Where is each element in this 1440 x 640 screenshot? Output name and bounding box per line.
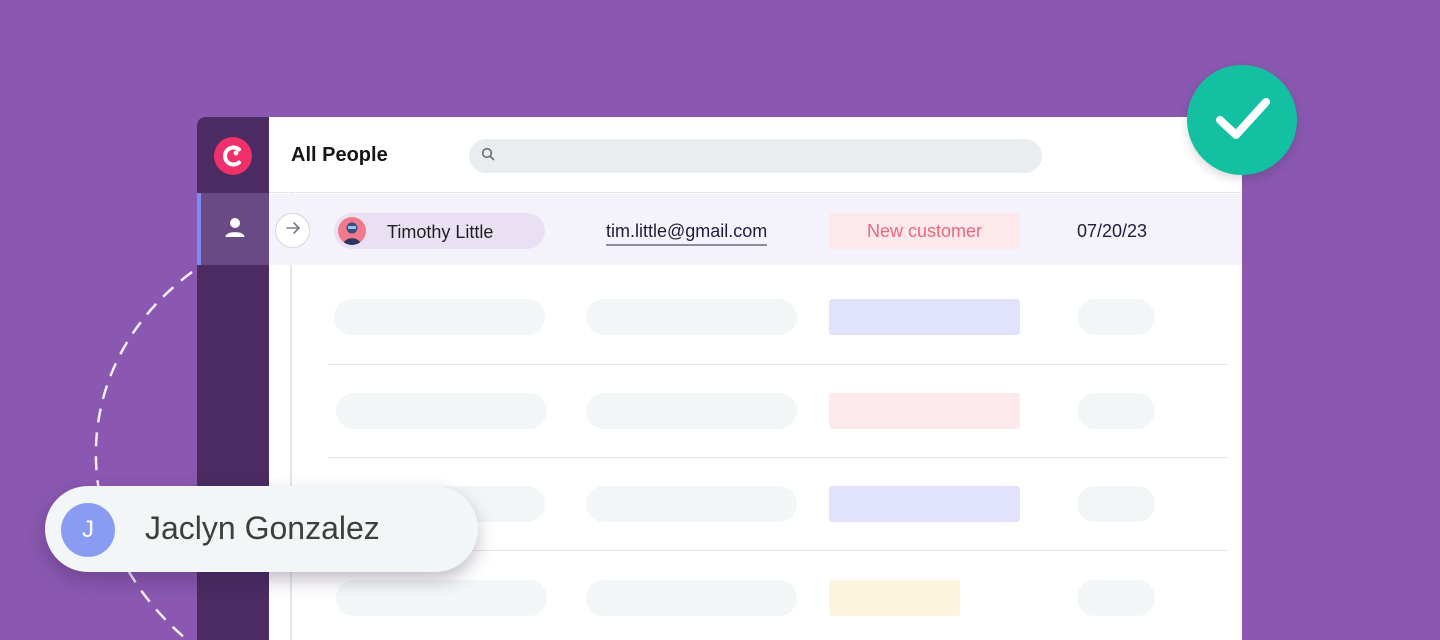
- skeleton-date: [1077, 580, 1155, 616]
- skeleton-name: [336, 580, 547, 616]
- search-bar[interactable]: [469, 139, 1042, 173]
- row-date: 07/20/23: [1077, 221, 1148, 241]
- skeleton-status: [829, 299, 1020, 335]
- row-divider: [328, 457, 1228, 458]
- skeleton-email: [586, 486, 797, 522]
- avatar: J: [61, 503, 115, 557]
- avatar: [338, 217, 366, 245]
- skeleton-status: [829, 486, 1020, 522]
- top-bar: All People: [269, 117, 1242, 193]
- search-icon: [481, 147, 495, 166]
- skeleton-name: [334, 299, 545, 335]
- skeleton-status: [829, 393, 1020, 429]
- success-badge: [1187, 65, 1297, 175]
- skeleton-email: [586, 393, 797, 429]
- brand-logo-icon[interactable]: [213, 136, 253, 176]
- search-input[interactable]: [503, 141, 1023, 171]
- person-icon: [224, 216, 246, 243]
- person-name-chip[interactable]: Timothy Little: [334, 213, 545, 249]
- skeleton-date: [1077, 299, 1155, 335]
- skeleton-name: [336, 393, 547, 429]
- expand-row-button[interactable]: [275, 213, 310, 248]
- person-name: Timothy Little: [387, 222, 494, 242]
- status-badge: New customer: [829, 213, 1020, 249]
- skeleton-email: [586, 580, 797, 616]
- skeleton-status: [829, 580, 960, 616]
- person-email-link[interactable]: tim.little@gmail.com: [606, 221, 768, 246]
- checkmark-icon: [1210, 86, 1274, 155]
- skeleton-email: [586, 299, 797, 335]
- skeleton-date: [1077, 393, 1155, 429]
- row-divider: [328, 364, 1228, 365]
- arrow-right-icon: [284, 219, 302, 242]
- dragged-person-card[interactable]: J Jaclyn Gonzalez: [45, 486, 478, 572]
- skeleton-date: [1077, 486, 1155, 522]
- sidebar-item-people[interactable]: [197, 193, 269, 265]
- dragged-person-name: Jaclyn Gonzalez: [145, 510, 380, 546]
- page-title: All People: [291, 144, 388, 166]
